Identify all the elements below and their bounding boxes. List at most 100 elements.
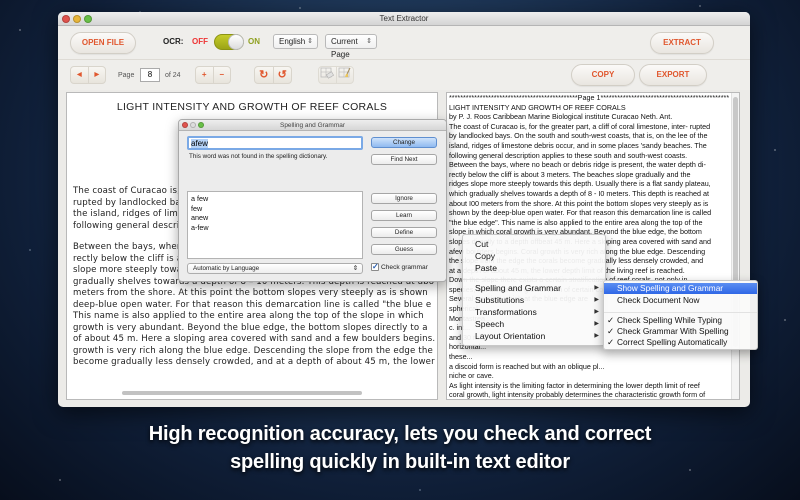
extracted-text-line: Between the bays, where no beach or debr…: [449, 160, 706, 170]
extracted-text-line: coral growth, light intensity probably d…: [449, 390, 706, 400]
window-title: Text Extractor: [379, 14, 429, 23]
ignore-button[interactable]: Ignore: [371, 193, 437, 204]
scan-text-line: become gradually less densely crowded, a…: [73, 357, 435, 367]
ocr-off-label: OFF: [192, 37, 208, 46]
spelling-grammar-dialog: Spelling and Grammar afew This word was …: [178, 119, 447, 282]
language-select[interactable]: English ⇕: [273, 34, 318, 49]
submenu-item-check-document-now[interactable]: Check Document Now: [604, 295, 757, 306]
page-scope-select[interactable]: Current Page ⇕: [325, 34, 377, 59]
spelling-message: This word was not found in the spelling …: [189, 153, 328, 160]
suggestions-list[interactable]: a few few anew a-few: [187, 191, 363, 259]
check-grammar-option[interactable]: ✓ Check grammar: [371, 263, 428, 271]
select-arrows-icon: ⇕: [366, 38, 372, 45]
rotate-group: ↻ ↺: [254, 66, 292, 84]
extracted-text-line: ridges slope more steeply towards this d…: [449, 179, 711, 189]
scan-text-line: growth is very abundant. Beyond the blue…: [73, 322, 428, 333]
context-menu: Cut Copy Paste Spelling and Grammar ▶ Sub…: [462, 234, 606, 346]
extracted-text-line: As light intensity is the limiting facto…: [449, 380, 700, 390]
submenu-item-label: Check Grammar With Spelling: [617, 326, 729, 336]
dictionary-language-select[interactable]: Automatic by Language ⇕: [187, 263, 363, 274]
extracted-text-line: LIGHT INTENSITY AND GROWTH OF REEF CORAL…: [449, 102, 626, 112]
ocr-on-label: ON: [248, 37, 260, 46]
menu-separator: [463, 279, 605, 280]
menu-item-label: Transformations: [475, 307, 537, 317]
menu-item-label: Layout Orientation: [475, 331, 546, 341]
menu-item-copy[interactable]: Copy: [475, 251, 495, 262]
suggestion-item[interactable]: a few: [191, 194, 359, 204]
scan-text-line: This name is also applied to the entire …: [73, 311, 424, 321]
extracted-text-line: by P. J. Roos Caribbean Marine Biologica…: [449, 112, 673, 122]
table-brush-icon[interactable]: [335, 67, 354, 83]
page-total: of 24: [165, 72, 181, 79]
dialog-close-button[interactable]: [182, 122, 188, 128]
copy-button[interactable]: COPY: [571, 64, 635, 86]
dialog-window-controls: [182, 122, 204, 128]
menu-item-layout-orientation[interactable]: Layout Orientation ▶: [475, 331, 605, 342]
export-button[interactable]: EXPORT: [639, 64, 707, 86]
dialog-zoom-button[interactable]: [198, 122, 204, 128]
select-arrows-icon: ⇕: [352, 265, 358, 272]
submenu-item-check-grammar-with-spelling[interactable]: ✓ Check Grammar With Spelling: [604, 326, 757, 337]
submenu-item-check-spelling-while-typing[interactable]: ✓ Check Spelling While Typing: [604, 315, 757, 326]
check-grammar-checkbox[interactable]: ✓: [371, 263, 379, 271]
ocr-label: OCR:: [163, 37, 184, 46]
table-eraser-icon[interactable]: [319, 67, 336, 83]
navigation-toolbar: ◀ ▶ Page 8 of 24 + − ↻ ↺ COPY EXPORT: [58, 60, 750, 90]
main-toolbar: OPEN FILE OCR: OFF ON English ⇕ Current …: [58, 26, 750, 60]
extracted-text-line: shown by the deep-blue open water. For t…: [449, 208, 712, 218]
menu-item-paste[interactable]: Paste: [475, 263, 497, 274]
guess-button[interactable]: Guess: [371, 244, 437, 255]
menu-item-cut[interactable]: Cut: [475, 239, 488, 250]
menu-item-substitutions[interactable]: Substitutions ▶: [475, 295, 605, 306]
menu-item-speech[interactable]: Speech ▶: [475, 319, 605, 330]
submenu-item-show-spelling-and-grammar[interactable]: Show Spelling and Grammar: [604, 283, 757, 294]
scan-text-line: of about 45 m. Here a sloping area cover…: [73, 334, 436, 344]
change-button[interactable]: Change: [371, 137, 437, 148]
suggestion-item[interactable]: anew: [191, 213, 359, 223]
close-window-button[interactable]: [62, 15, 70, 23]
page-number-input[interactable]: 8: [140, 68, 160, 82]
promo-caption: High recognition accuracy, lets you chec…: [0, 420, 800, 476]
misspelled-word-field[interactable]: afew: [187, 136, 363, 150]
submenu-arrow-icon: ▶: [594, 285, 599, 291]
suggestion-item[interactable]: few: [191, 204, 359, 214]
dialog-minimize-button[interactable]: [190, 122, 196, 128]
zoom-out-icon[interactable]: −: [212, 67, 231, 83]
scan-text-line: growth is very rich along the blue edge.…: [73, 345, 433, 356]
rotate-clockwise-icon[interactable]: ↻: [255, 67, 273, 83]
open-file-button[interactable]: OPEN FILE: [70, 32, 136, 54]
menu-item-transformations[interactable]: Transformations ▶: [475, 307, 605, 318]
submenu-item-label: Check Spelling While Typing: [617, 315, 722, 325]
find-next-button[interactable]: Find Next: [371, 154, 437, 165]
extracted-text-line: which gradually shelves towards a depth …: [449, 188, 709, 198]
next-page-icon[interactable]: ▶: [87, 67, 106, 83]
zoom-window-button[interactable]: [84, 15, 92, 23]
spelling-submenu: Show Spelling and Grammar Check Document…: [603, 280, 758, 350]
submenu-item-correct-spelling-automatically[interactable]: ✓ Correct Spelling Automatically: [604, 337, 757, 348]
window-controls: [62, 15, 92, 23]
rotate-counterclockwise-icon[interactable]: ↺: [272, 67, 292, 83]
submenu-arrow-icon: ▶: [594, 309, 599, 315]
zoom-in-icon[interactable]: +: [196, 67, 213, 83]
check-grammar-label: Check grammar: [381, 263, 428, 271]
horizontal-scrollbar[interactable]: [122, 391, 362, 395]
dialog-title: Spelling and Grammar: [279, 122, 346, 129]
minimize-window-button[interactable]: [73, 15, 81, 23]
menu-item-spelling-and-grammar[interactable]: Spelling and Grammar ▶: [475, 283, 605, 294]
vertical-scrollbar[interactable]: [731, 93, 739, 399]
extracted-text-line: rectly below the cliff is about 3 meters…: [449, 169, 691, 179]
define-button[interactable]: Define: [371, 227, 437, 238]
suggestion-item[interactable]: a-few: [191, 223, 359, 233]
ocr-toggle[interactable]: [214, 34, 244, 50]
ocr-toggle-knob[interactable]: [228, 34, 244, 50]
extracted-text-line: about I00 meters from the shore. At this…: [449, 198, 709, 208]
extracted-text-line: by landlocked bays. On the south and sou…: [449, 131, 708, 141]
extract-button[interactable]: EXTRACT: [650, 32, 714, 54]
learn-button[interactable]: Learn: [371, 210, 437, 221]
dialog-title-bar: Spelling and Grammar: [179, 120, 446, 131]
previous-page-icon[interactable]: ◀: [71, 67, 88, 83]
caption-line-1: High recognition accuracy, lets you chec…: [148, 423, 652, 445]
scan-text-line: deep-blue open water. For that reason th…: [73, 299, 432, 310]
page-nav-group: ◀ ▶: [70, 66, 106, 84]
extracted-text-line: The coast of Curacao is, for the greater…: [449, 121, 711, 131]
